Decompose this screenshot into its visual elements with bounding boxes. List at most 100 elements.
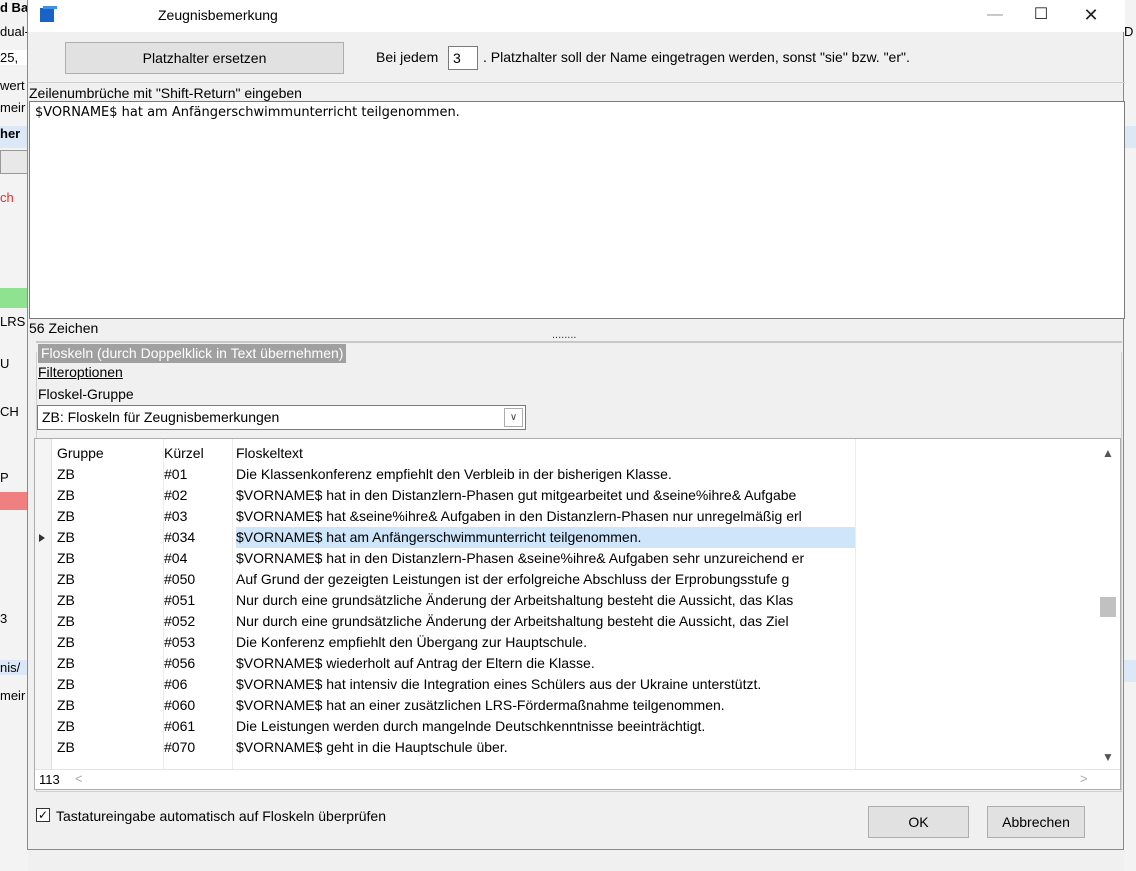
bg-fragment: ch xyxy=(0,190,14,205)
table-row[interactable]: ZB #070 $VORNAME$ geht in die Hauptschul… xyxy=(51,737,1101,758)
table-row[interactable]: ZB #053 Die Konferenz empfiehlt den Über… xyxy=(51,632,1101,653)
minimize-button[interactable]: — xyxy=(972,0,1018,32)
cell-gruppe: ZB xyxy=(57,655,75,671)
background-app-right: D xyxy=(1124,0,1136,871)
cell-kuerzel: #070 xyxy=(164,739,196,755)
cell-gruppe: ZB xyxy=(57,592,75,608)
cell-gruppe: ZB xyxy=(57,697,75,713)
floskel-group-select[interactable]: ZB: Floskeln für Zeugnisbemerkungen ∨ xyxy=(37,405,526,430)
cell-kuerzel: #03 xyxy=(164,508,188,524)
table-row[interactable]: ZB #01 Die Klassenkonferenz empfiehlt de… xyxy=(51,464,1101,485)
bg-fragment: nis/ xyxy=(0,660,28,675)
background-app-left: d Ba dual- 25, wert meir her ch LRS U CH… xyxy=(0,0,28,871)
table-row[interactable]: ZB #061 Die Leistungen werden durch mang… xyxy=(51,716,1101,737)
cell-gruppe: ZB xyxy=(57,613,75,629)
cell-floskeltext: $VORNAME$ hat in den Distanzlern-Phasen … xyxy=(236,487,797,503)
cell-floskeltext: Nur durch eine grundsätzliche Änderung d… xyxy=(236,592,794,608)
cell-floskeltext: $VORNAME$ geht in die Hauptschule über. xyxy=(236,739,508,755)
cell-gruppe: ZB xyxy=(57,718,75,734)
filter-options-link[interactable]: Filteroptionen xyxy=(38,364,123,380)
table-row[interactable]: ZB #03 $VORNAME$ hat &seine%ihre& Aufgab… xyxy=(51,506,1101,527)
splitter-line[interactable] xyxy=(36,341,1122,343)
table-row[interactable]: ZB #056 $VORNAME$ wiederholt auf Antrag … xyxy=(51,653,1101,674)
cell-kuerzel: #052 xyxy=(164,613,196,629)
cell-floskeltext: Nur durch eine grundsätzliche Änderung d… xyxy=(236,613,789,629)
table-row[interactable]: ZB #06 $VORNAME$ hat intensiv die Integr… xyxy=(51,674,1101,695)
bg-toolbar-fragment xyxy=(0,150,28,174)
scrollbar-thumb[interactable] xyxy=(1100,597,1116,617)
maximize-button[interactable]: ☐ xyxy=(1018,0,1064,32)
cell-gruppe: ZB xyxy=(57,508,75,524)
table-header: Gruppe Kürzel Floskeltext xyxy=(51,443,1101,464)
table-row[interactable]: ZB #050 Auf Grund der gezeigten Leistung… xyxy=(51,569,1101,590)
vertical-scrollbar[interactable]: ▲ ▼ xyxy=(1096,439,1120,769)
floskeln-table[interactable]: Gruppe Kürzel Floskeltext ZB #01 Die Kla… xyxy=(34,438,1121,790)
editor-hint: Zeilenumbrüche mit "Shift-Return" eingeb… xyxy=(29,85,302,101)
table-footer: 113 < > xyxy=(35,769,1120,789)
cell-kuerzel: #02 xyxy=(164,487,188,503)
header-kuerzel[interactable]: Kürzel xyxy=(164,443,224,464)
scroll-down-icon[interactable]: ▼ xyxy=(1096,747,1120,767)
cell-floskeltext: $VORNAME$ hat an einer zusätzlichen LRS-… xyxy=(236,697,725,713)
cell-kuerzel: #061 xyxy=(164,718,196,734)
cell-floskeltext: $VORNAME$ hat am Anfängerschwimmunterric… xyxy=(236,527,855,548)
bg-green-cell xyxy=(0,288,28,308)
cell-gruppe: ZB xyxy=(57,571,75,587)
cell-floskeltext: Die Konferenz empfiehlt den Übergang zur… xyxy=(236,634,587,650)
splitter-handle[interactable]: ........ xyxy=(552,329,576,341)
cell-gruppe: ZB xyxy=(57,466,75,482)
cell-floskeltext: $VORNAME$ hat in den Distanzlern-Phasen … xyxy=(236,550,805,566)
scroll-right-icon[interactable]: > xyxy=(1080,771,1088,786)
table-row[interactable]: ZB #04 $VORNAME$ hat in den Distanzlern-… xyxy=(51,548,1101,569)
table-row[interactable]: ZB #02 $VORNAME$ hat in den Distanzlern-… xyxy=(51,485,1101,506)
remark-text-editor[interactable]: $VORNAME$ hat am Anfängerschwimmunterric… xyxy=(29,101,1125,319)
table-row-selected[interactable]: ZB #034 $VORNAME$ hat am Anfängerschwimm… xyxy=(51,527,1101,548)
bg-fragment: wert xyxy=(0,78,25,93)
cell-kuerzel: #051 xyxy=(164,592,196,608)
app-icon xyxy=(40,6,58,24)
divider xyxy=(28,82,1125,83)
cell-gruppe: ZB xyxy=(57,739,75,755)
table-row[interactable]: ZB #051 Nur durch eine grundsätzliche Än… xyxy=(51,590,1101,611)
bg-red-cell xyxy=(0,492,28,510)
replace-placeholder-button[interactable]: Platzhalter ersetzen xyxy=(65,42,344,74)
bg-fragment: d Ba xyxy=(0,0,28,15)
zeugnisbemerkung-dialog: Zeugnisbemerkung — ☐ ✕ Platzhalter erset… xyxy=(27,0,1125,850)
bg-fragment: P xyxy=(0,470,9,485)
cell-kuerzel: #01 xyxy=(164,466,188,482)
every-nth-input[interactable]: 3 xyxy=(448,46,478,70)
cell-kuerzel: #050 xyxy=(164,571,196,587)
auto-check-checkbox[interactable]: ✓ xyxy=(36,808,50,822)
auto-check-label[interactable]: Tastatureingabe automatisch auf Floskeln… xyxy=(56,808,386,824)
table-row[interactable]: ZB #060 $VORNAME$ hat an einer zusätzlic… xyxy=(51,695,1101,716)
bg-fragment: 3 xyxy=(0,611,8,626)
current-row-arrow-icon xyxy=(39,534,45,542)
table-row[interactable]: ZB #052 Nur durch eine grundsätzliche Än… xyxy=(51,611,1101,632)
header-gruppe[interactable]: Gruppe xyxy=(57,443,157,464)
cell-floskeltext: Die Klassenkonferenz empfiehlt den Verbl… xyxy=(236,466,672,482)
bg-fragment: D xyxy=(1124,24,1134,39)
record-count: 113 xyxy=(39,772,60,787)
remark-text: $VORNAME$ hat am Anfängerschwimmunterric… xyxy=(35,105,460,120)
cell-gruppe: ZB xyxy=(57,487,75,503)
floskel-group-value: ZB: Floskeln für Zeugnisbemerkungen xyxy=(42,409,280,425)
chevron-down-icon[interactable]: ∨ xyxy=(504,408,523,427)
floskeln-group-title: Floskeln (durch Doppelklick in Text über… xyxy=(38,344,347,363)
bg-fragment-highlight xyxy=(1124,660,1136,682)
cell-kuerzel: #053 xyxy=(164,634,196,650)
scroll-left-icon[interactable]: < xyxy=(75,771,83,786)
scroll-up-icon[interactable]: ▲ xyxy=(1096,443,1120,463)
bg-fragment: meir xyxy=(0,100,26,115)
header-floskeltext[interactable]: Floskeltext xyxy=(236,443,855,464)
close-button[interactable]: ✕ xyxy=(1068,0,1114,32)
cell-floskeltext: $VORNAME$ hat intensiv die Integration e… xyxy=(236,676,762,692)
cancel-button[interactable]: Abbrechen xyxy=(987,806,1085,838)
cell-gruppe: ZB xyxy=(57,676,75,692)
cell-kuerzel: #060 xyxy=(164,697,196,713)
cell-floskeltext: Die Leistungen werden durch mangelnde De… xyxy=(236,718,706,734)
title-bar[interactable]: Zeugnisbemerkung — ☐ ✕ xyxy=(28,0,1125,32)
cell-kuerzel: #06 xyxy=(164,676,188,692)
bg-fragment: dual- xyxy=(0,24,28,39)
floskel-group-label: Floskel-Gruppe xyxy=(38,386,134,402)
ok-button[interactable]: OK xyxy=(868,806,969,838)
